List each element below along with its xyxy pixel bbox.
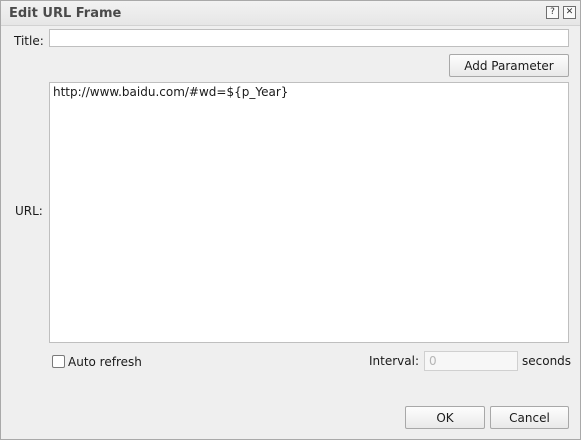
- interval-label: Interval:: [369, 354, 419, 368]
- help-icon[interactable]: ?: [546, 6, 559, 19]
- title-input[interactable]: [49, 29, 569, 47]
- interval-input[interactable]: 0: [424, 351, 518, 371]
- url-textarea[interactable]: http://www.baidu.com/#wd=${p_Year}: [49, 82, 569, 343]
- interval-unit-label: seconds: [522, 354, 572, 368]
- close-icon[interactable]: ✕: [563, 6, 576, 19]
- ok-button[interactable]: OK: [405, 406, 485, 429]
- url-text: http://www.baidu.com/#wd=${p_Year}: [53, 85, 289, 99]
- dialog-title: Edit URL Frame: [9, 6, 122, 21]
- title-bar[interactable]: Edit URL Frame ? ✕: [1, 1, 580, 26]
- auto-refresh-label[interactable]: Auto refresh: [68, 355, 142, 369]
- cancel-button[interactable]: Cancel: [490, 406, 569, 429]
- add-parameter-button[interactable]: Add Parameter: [449, 54, 569, 77]
- title-label: Title:: [14, 34, 44, 48]
- edit-url-frame-dialog: Edit URL Frame ? ✕ Title: Add Parameter …: [0, 0, 581, 440]
- auto-refresh-checkbox[interactable]: [52, 355, 65, 368]
- url-label: URL:: [15, 204, 43, 218]
